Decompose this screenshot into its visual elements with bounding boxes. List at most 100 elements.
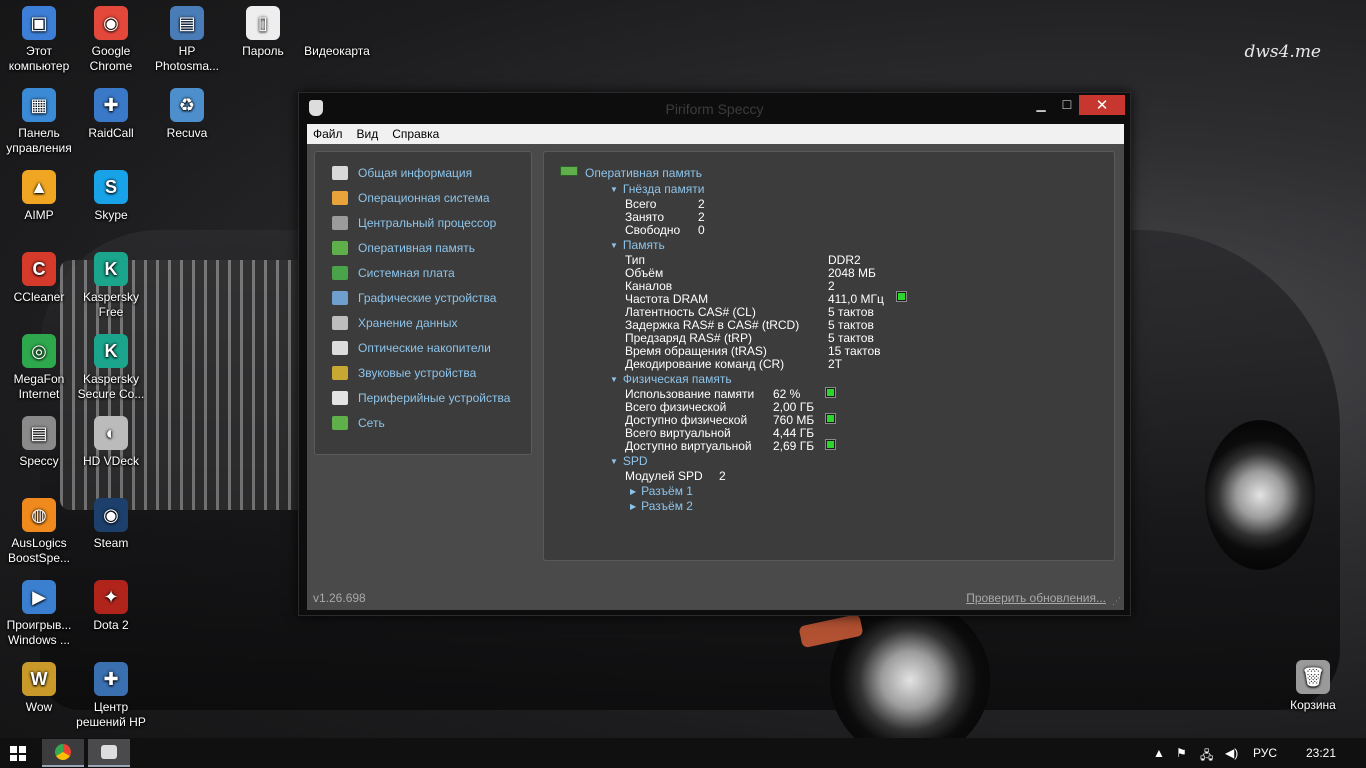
sidebar-item[interactable]: Хранение данных (315, 310, 531, 335)
taskbar-chrome[interactable] (42, 739, 84, 767)
taskbar-speccy[interactable] (88, 739, 130, 767)
speccy-icon: ▤ (22, 416, 56, 450)
resize-grip-icon[interactable]: ⋰ (1112, 596, 1121, 607)
clock[interactable]: 23:21 (1306, 746, 1336, 760)
sidebar-item[interactable]: Сеть (315, 410, 531, 435)
desktop-shortcut-label: Recuva (166, 126, 208, 140)
cpu-icon (332, 215, 348, 230)
desktop-shortcut-label: Панель управления (6, 126, 72, 155)
menu-view[interactable]: Вид (357, 127, 379, 141)
close-button[interactable]: ✕ (1079, 95, 1125, 115)
sidebar-item[interactable]: Оптические накопители (315, 335, 531, 360)
disc-icon (332, 340, 348, 355)
sidebar-item[interactable]: Оперативная память (315, 235, 531, 260)
desktop-shortcut[interactable]: ▤ Speccy (0, 416, 78, 469)
desktop-shortcut[interactable]: ▶ Проигрыв... Windows ... (0, 580, 78, 648)
windows-logo-icon (332, 190, 348, 205)
physical-group[interactable]: ▼ Физическая память (610, 373, 732, 387)
desktop-shortcut[interactable]: ✦ Dota 2 (72, 580, 150, 633)
desktop-shortcut[interactable]: Видеокарта (298, 6, 376, 59)
desktop-shortcut[interactable]: ◎ MegaFon Internet (0, 334, 78, 402)
sidebar-item[interactable]: Общая информация (315, 160, 531, 185)
spd-group[interactable]: ▼ SPD (610, 455, 648, 469)
collapse-arrow-icon: ▼ (610, 241, 618, 250)
minimize-button[interactable]: ▁ (1032, 95, 1050, 115)
this-pc-icon: ▣ (22, 6, 56, 40)
spd-slot-1[interactable]: ▶ Разъём 1 (630, 485, 693, 499)
menubar: Файл Вид Справка (307, 124, 1124, 144)
speccy-icon (101, 745, 117, 759)
wow-icon: W (22, 662, 56, 696)
sidebar-item-label: Сеть (358, 415, 385, 430)
spd-slot-2[interactable]: ▶ Разъём 2 (630, 500, 693, 514)
desktop-shortcut[interactable]: ▣ Этот компьютер (0, 6, 78, 74)
sidebar-item-label: Оперативная память (358, 240, 475, 255)
recuva-icon: ♻ (170, 88, 204, 122)
sidebar-item[interactable]: Графические устройства (315, 285, 531, 310)
language-indicator[interactable]: РУС (1253, 746, 1277, 760)
start-button[interactable] (10, 746, 26, 761)
hp-center-icon: ✚ (94, 662, 128, 696)
desktop-shortcut[interactable]: 🗑 Корзина (1274, 660, 1352, 713)
desktop-shortcut[interactable]: ◉ Google Chrome (72, 6, 150, 74)
sidebar-item-label: Операционная система (358, 190, 490, 205)
sidebar-item-label: Хранение данных (358, 315, 458, 330)
network-icon[interactable]: 🖧 (1200, 746, 1213, 767)
sidebar-item[interactable]: Периферийные устройства (315, 385, 531, 410)
desktop-shortcut[interactable]: ◐ HD VDeck (72, 416, 150, 469)
menu-help[interactable]: Справка (392, 127, 439, 141)
auslogics-icon: ◍ (22, 498, 56, 532)
volume-icon[interactable]: ◀) (1225, 746, 1238, 760)
memory-group[interactable]: ▼ Память (610, 239, 665, 253)
desktop-shortcut[interactable]: ♻ Recuva (148, 88, 226, 141)
chrome-icon (55, 744, 71, 760)
kv-value: 2048 МБ (828, 266, 876, 280)
desktop-shortcut-label: Центр решений HP (76, 700, 146, 729)
sidebar-item[interactable]: Операционная система (315, 185, 531, 210)
mouse-icon (332, 390, 348, 405)
megafon-icon: ◎ (22, 334, 56, 368)
desktop-shortcut[interactable]: S Skype (72, 170, 150, 223)
window-titlebar[interactable]: Piriform Speccy ▁ ☐ ✕ (299, 93, 1130, 124)
control-panel-icon: ▦ (22, 88, 56, 122)
check-updates-link[interactable]: Проверить обновления... (966, 591, 1106, 605)
desktop-shortcut[interactable]: W Wow (0, 662, 78, 715)
sidebar-item[interactable]: Центральный процессор (315, 210, 531, 235)
desktop-shortcut[interactable]: ▦ Панель управления (0, 88, 78, 156)
flag-icon[interactable]: ⚑ (1176, 746, 1187, 760)
status-indicator (825, 413, 836, 424)
desktop-shortcut[interactable]: ▤ HP Photosma... (148, 6, 226, 74)
desktop-shortcut-label: Google Chrome (89, 44, 133, 73)
slots-title: Гнёзда памяти (622, 182, 705, 196)
desktop-shortcut-label: Steam (93, 536, 129, 550)
desktop-shortcut-label: MegaFon Internet (13, 372, 65, 401)
desktop-shortcut[interactable]: ✚ Центр решений HP (72, 662, 150, 730)
sidebar-item[interactable]: Системная плата (315, 260, 531, 285)
raidcall-icon: ✚ (94, 88, 128, 122)
desktop-shortcut[interactable]: ◍ AusLogics BoostSpe... (0, 498, 78, 566)
desktop-shortcut-label: HP Photosma... (154, 44, 220, 73)
menu-file[interactable]: Файл (313, 127, 343, 141)
desktop-shortcut[interactable]: C CCleaner (0, 252, 78, 305)
desktop-shortcut[interactable]: ▯ Пароль (224, 6, 302, 59)
speaker-icon (332, 365, 348, 380)
ram-icon (560, 166, 578, 176)
spd-slot-label: Разъём 1 (641, 484, 693, 498)
wallpaper-watermark: dws4.me (1244, 42, 1321, 62)
desktop-shortcut[interactable]: K Kaspersky Free (72, 252, 150, 320)
main-panel: Оперативная память ▼ Гнёзда памяти Всего … (543, 151, 1115, 561)
sidebar-item-label: Центральный процессор (358, 215, 497, 230)
desktop-shortcut[interactable]: K Kaspersky Secure Co... (72, 334, 150, 402)
dota2-icon: ✦ (94, 580, 128, 614)
tray-expand-icon[interactable]: ▲ (1153, 746, 1165, 760)
desktop-shortcut-label: Kaspersky Secure Co... (77, 372, 145, 401)
desktop-shortcut-label: Этот компьютер (8, 44, 70, 73)
maximize-button[interactable]: ☐ (1058, 95, 1076, 115)
slots-group[interactable]: ▼ Гнёзда памяти (610, 183, 704, 197)
desktop-shortcut[interactable]: ◉ Steam (72, 498, 150, 551)
desktop-shortcut[interactable]: ✚ RaidCall (72, 88, 150, 141)
desktop-shortcut-label: Dota 2 (93, 618, 129, 632)
sidebar-item[interactable]: Звуковые устройства (315, 360, 531, 385)
desktop-shortcut[interactable]: ▲ AIMP (0, 170, 78, 223)
ram-icon (332, 240, 348, 255)
